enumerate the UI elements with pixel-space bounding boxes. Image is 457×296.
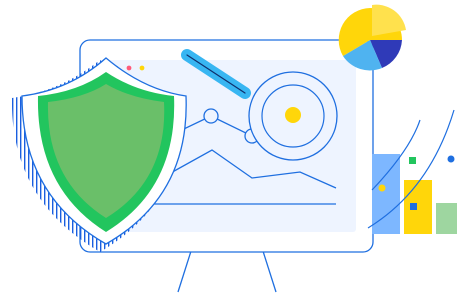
marker-blue [410,203,417,210]
illustration-canvas [11,4,457,293]
marker-green [409,157,416,164]
bar-2 [404,180,432,234]
monitor-stand [177,247,277,293]
target-dot [285,107,301,123]
bar-chart-icon [372,154,457,234]
bar-3 [436,203,457,234]
line-point-1 [203,108,219,124]
illustration-scene [0,0,457,296]
marker-dot [447,155,455,163]
marker-yellow [378,184,386,192]
pie-chart-icon [338,4,406,71]
